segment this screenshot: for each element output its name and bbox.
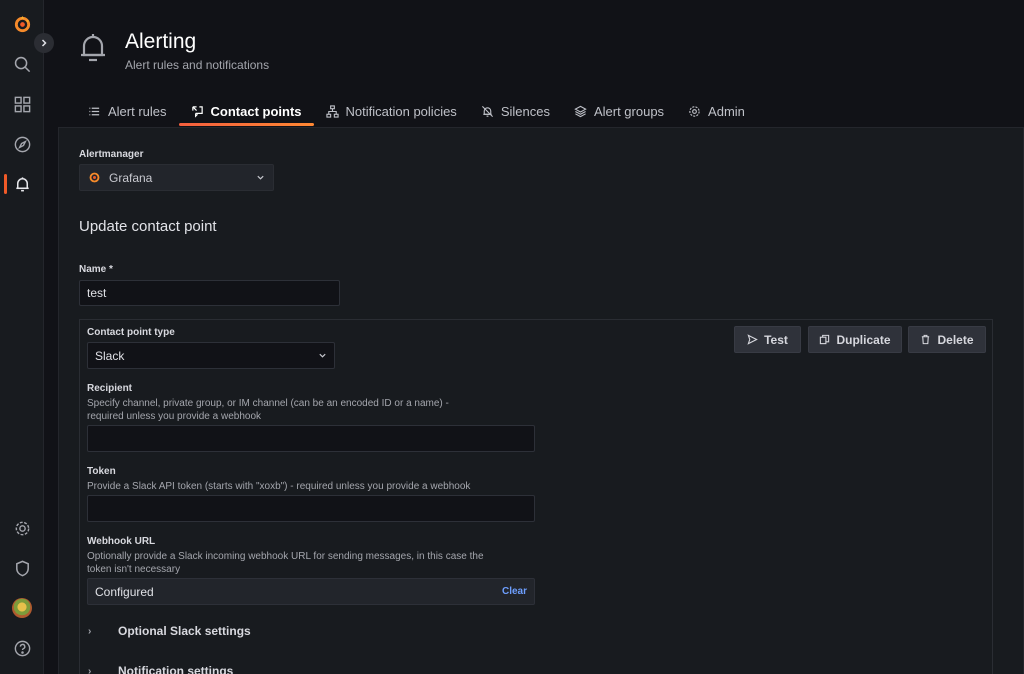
tab-label: Silences (500, 103, 550, 119)
channel-panel: Contact point type Slack Test Duplicate … (79, 319, 993, 674)
tab-label: Admin (708, 103, 745, 119)
chevron-right-icon: › (88, 665, 92, 674)
tab-label: Alert rules (108, 103, 167, 119)
alertmanager-selected-value: Grafana (109, 170, 153, 185)
trash-icon (922, 334, 930, 345)
settings-gear-icon[interactable] (0, 512, 44, 544)
search-icon[interactable] (0, 48, 44, 80)
alerting-bell-icon (81, 34, 105, 62)
notification-settings-label: Notification settings (118, 664, 234, 674)
name-label: Name * (79, 264, 113, 275)
page-subtitle: Alert rules and notifications (125, 58, 270, 72)
page-title: Alerting (125, 30, 197, 53)
tab-alert-rules[interactable]: Alert rules (76, 98, 179, 124)
tab-contact-points[interactable]: Contact points (178, 98, 314, 126)
tab-alert-groups[interactable]: Alert groups (562, 98, 676, 124)
duplicate-button[interactable]: Duplicate (808, 326, 902, 353)
chevron-right-icon: › (88, 625, 92, 637)
token-label: Token (87, 466, 116, 477)
notification-settings-toggle[interactable]: › Notification settings (88, 664, 233, 674)
token-input[interactable] (87, 495, 535, 522)
tab-label: Notification policies (345, 103, 457, 119)
sidebar-expand-button[interactable] (34, 33, 54, 53)
sitemap-icon (325, 104, 339, 118)
chevron-right-icon (41, 39, 47, 47)
optional-slack-settings-label: Optional Slack settings (118, 624, 251, 638)
copy-icon (820, 334, 830, 345)
send-icon (747, 334, 758, 345)
comment-alt-share-icon (191, 105, 203, 118)
help-icon[interactable] (0, 632, 44, 664)
explore-icon[interactable] (0, 128, 44, 160)
list-icon (89, 107, 100, 115)
tab-admin[interactable]: Admin (676, 98, 757, 124)
recipient-label: Recipient (87, 383, 133, 394)
webhook-url-description: Optionally provide a Slack incoming webh… (87, 551, 484, 575)
section-title: Update contact point (79, 218, 217, 235)
test-button[interactable]: Test (734, 326, 801, 353)
name-input[interactable]: test (79, 280, 340, 306)
tab-bar: Alert rules Contact points Notification … (76, 98, 757, 128)
tab-notification-policies[interactable]: Notification policies (314, 98, 469, 124)
contact-point-type-value: Slack (95, 348, 125, 363)
chevron-down-icon (257, 175, 264, 180)
dashboards-icon[interactable] (0, 88, 44, 120)
chevron-down-icon (319, 353, 326, 358)
optional-slack-settings-toggle[interactable]: › Optional Slack settings (88, 624, 251, 638)
alertmanager-select[interactable]: Grafana (79, 164, 274, 191)
layer-group-icon (574, 105, 587, 117)
page-header: Alerting Alert rules and notifications (78, 28, 269, 72)
webhook-url-value: Configured (95, 584, 154, 599)
recipient-description: Specify channel, private group, or IM ch… (87, 398, 449, 422)
contact-point-type-select[interactable]: Slack (87, 342, 335, 369)
user-avatar[interactable] (0, 592, 44, 624)
sidebar (0, 0, 44, 674)
tab-label: Alert groups (593, 103, 665, 119)
alertmanager-label: Alertmanager (79, 149, 144, 160)
token-description: Provide a Slack API token (starts with "… (87, 481, 471, 492)
grafana-logo-icon (89, 172, 100, 183)
tab-label: Contact points (210, 103, 302, 119)
name-input-value: test (87, 286, 107, 300)
test-button-label: Test (764, 332, 788, 347)
delete-button[interactable]: Delete (908, 326, 986, 353)
webhook-clear-button[interactable]: Clear (502, 586, 527, 597)
duplicate-button-label: Duplicate (836, 332, 891, 347)
webhook-url-input[interactable]: Configured Clear (87, 578, 535, 605)
cog-icon (689, 105, 700, 117)
shield-icon[interactable] (0, 552, 44, 584)
delete-button-label: Delete (937, 332, 974, 347)
contact-point-type-label: Contact point type (87, 327, 175, 338)
bell-slash-icon (481, 105, 493, 117)
alerting-bell-icon[interactable] (0, 168, 44, 200)
webhook-url-label: Webhook URL (87, 536, 156, 547)
tab-silences[interactable]: Silences (469, 98, 562, 124)
contact-point-form-container: Alertmanager Grafana Update contact poin… (58, 127, 1024, 674)
recipient-input[interactable] (87, 425, 535, 452)
